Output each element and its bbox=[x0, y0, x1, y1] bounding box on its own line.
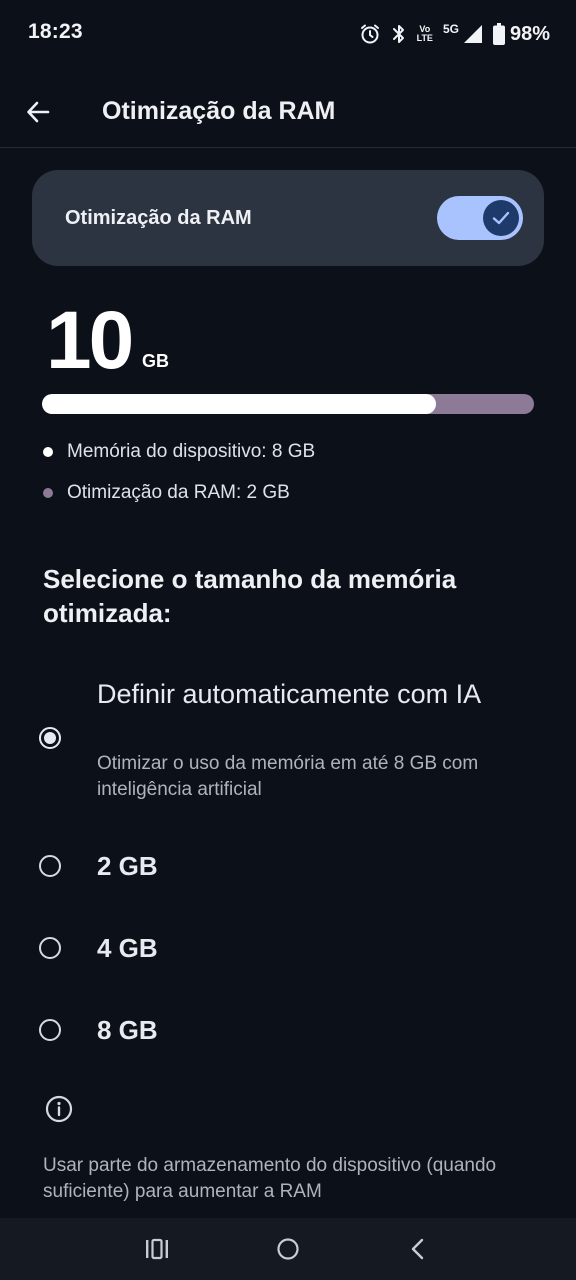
battery-icon bbox=[492, 23, 505, 45]
option-2gb-label[interactable]: 2 GB bbox=[97, 851, 158, 882]
radio-unselected bbox=[39, 1019, 61, 1041]
alarm-icon bbox=[359, 23, 381, 45]
check-icon bbox=[492, 211, 510, 225]
legend-optimization-label: Otimização da RAM: 2 GB bbox=[67, 482, 290, 503]
signal-icon bbox=[463, 24, 483, 44]
volte-icon: Vo LTE bbox=[417, 25, 433, 43]
option-4gb-radio[interactable] bbox=[36, 934, 64, 962]
radio-selected bbox=[39, 727, 61, 749]
info-text: Usar parte do armazenamento do dispositi… bbox=[43, 1155, 497, 1202]
network-type: 5G bbox=[442, 22, 459, 36]
memory-bar-device-fill bbox=[42, 394, 436, 414]
nav-back-button[interactable] bbox=[398, 1231, 438, 1267]
option-auto-subtitle: Otimizar o uso da memória em até 8 GB co… bbox=[97, 753, 479, 800]
home-button[interactable] bbox=[268, 1231, 308, 1267]
selection-heading: Selecione o tamanho da memória otimizada… bbox=[43, 564, 457, 628]
legend-optimization: Otimização da RAM: 2 GB bbox=[43, 480, 290, 506]
memory-total-unit: GB bbox=[142, 351, 169, 371]
memory-bar bbox=[42, 394, 534, 414]
recents-icon bbox=[146, 1238, 168, 1260]
radio-unselected bbox=[39, 937, 61, 959]
legend-device-label: Memória do dispositivo: 8 GB bbox=[67, 441, 316, 462]
home-icon bbox=[277, 1238, 299, 1260]
option-auto-radio[interactable] bbox=[36, 724, 64, 752]
legend-optimization-dot bbox=[43, 488, 53, 498]
back-button[interactable] bbox=[18, 92, 58, 132]
radio-dot bbox=[44, 732, 56, 744]
recents-button[interactable] bbox=[137, 1231, 177, 1267]
ram-optimization-label: Otimização da RAM bbox=[65, 207, 252, 229]
switch-knob bbox=[483, 200, 519, 236]
status-icons: Vo LTE 5G 98% bbox=[359, 20, 550, 48]
page-title: Otimização da RAM bbox=[102, 97, 336, 125]
bluetooth-icon bbox=[391, 23, 407, 45]
ram-optimization-switch[interactable] bbox=[437, 196, 523, 240]
arrow-left-icon bbox=[27, 101, 50, 123]
option-4gb-label[interactable]: 4 GB bbox=[97, 933, 158, 964]
option-8gb-radio[interactable] bbox=[36, 1016, 64, 1044]
option-8gb-label[interactable]: 8 GB bbox=[97, 1015, 158, 1046]
screen: 18:23 Vo LTE 5G 98% Otimização da RAM Ot… bbox=[0, 0, 576, 1280]
info-icon bbox=[44, 1094, 74, 1124]
memory-total-value: 10 bbox=[46, 295, 134, 386]
battery-percent: 98% bbox=[509, 22, 550, 45]
legend-device: Memória do dispositivo: 8 GB bbox=[43, 439, 315, 465]
legend-device-dot bbox=[43, 447, 53, 457]
volte-bottom: LTE bbox=[416, 33, 433, 43]
back-icon bbox=[411, 1238, 424, 1260]
option-2gb-radio[interactable] bbox=[36, 852, 64, 880]
status-time: 18:23 bbox=[28, 20, 83, 43]
radio-unselected bbox=[39, 855, 61, 877]
option-auto-title[interactable]: Definir automaticamente com IA bbox=[97, 678, 517, 711]
header-divider bbox=[0, 147, 576, 148]
